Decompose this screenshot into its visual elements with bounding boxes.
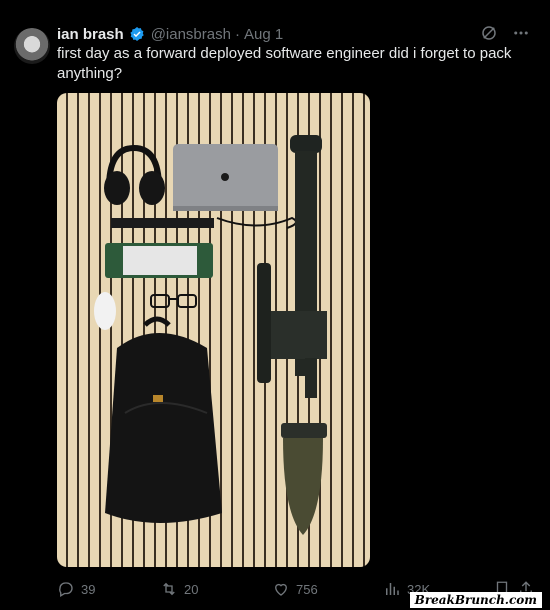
like-count: 756 [296, 581, 318, 597]
author-name[interactable]: ian brash [57, 26, 124, 43]
tweet-date[interactable]: Aug 1 [244, 26, 283, 43]
like-button[interactable]: 756 [272, 580, 318, 598]
separator: · [234, 25, 240, 43]
retweet-count: 20 [184, 581, 199, 597]
avatar[interactable] [14, 28, 50, 64]
watermark: BreakBrunch.com [409, 592, 542, 608]
grok-icon[interactable] [480, 24, 498, 42]
tweet-photo[interactable] [57, 93, 370, 567]
mouse-image [94, 292, 116, 330]
keyboard-image [105, 243, 213, 278]
reply-icon [59, 582, 73, 597]
headphones-image [104, 144, 165, 205]
photo-illustration [94, 135, 327, 535]
keyboard-bar-image [111, 218, 214, 228]
heart-icon [275, 583, 287, 596]
reply-button[interactable]: 39 [57, 580, 95, 598]
views-icon [386, 583, 399, 595]
retweet-icon [163, 582, 175, 596]
glasses-image [150, 294, 197, 308]
backpack-image [105, 316, 222, 523]
retweet-button[interactable]: 20 [160, 580, 198, 598]
reply-count: 39 [81, 581, 96, 597]
verified-badge-icon [130, 27, 144, 41]
more-icon[interactable] [512, 24, 530, 42]
laptop-image [173, 144, 278, 211]
author-handle[interactable]: @iansbrash [151, 26, 231, 43]
tweet-text: first day as a forward deployed software… [57, 45, 512, 82]
tweet-header: ian brash @iansbrash · Aug 1 [57, 24, 530, 44]
